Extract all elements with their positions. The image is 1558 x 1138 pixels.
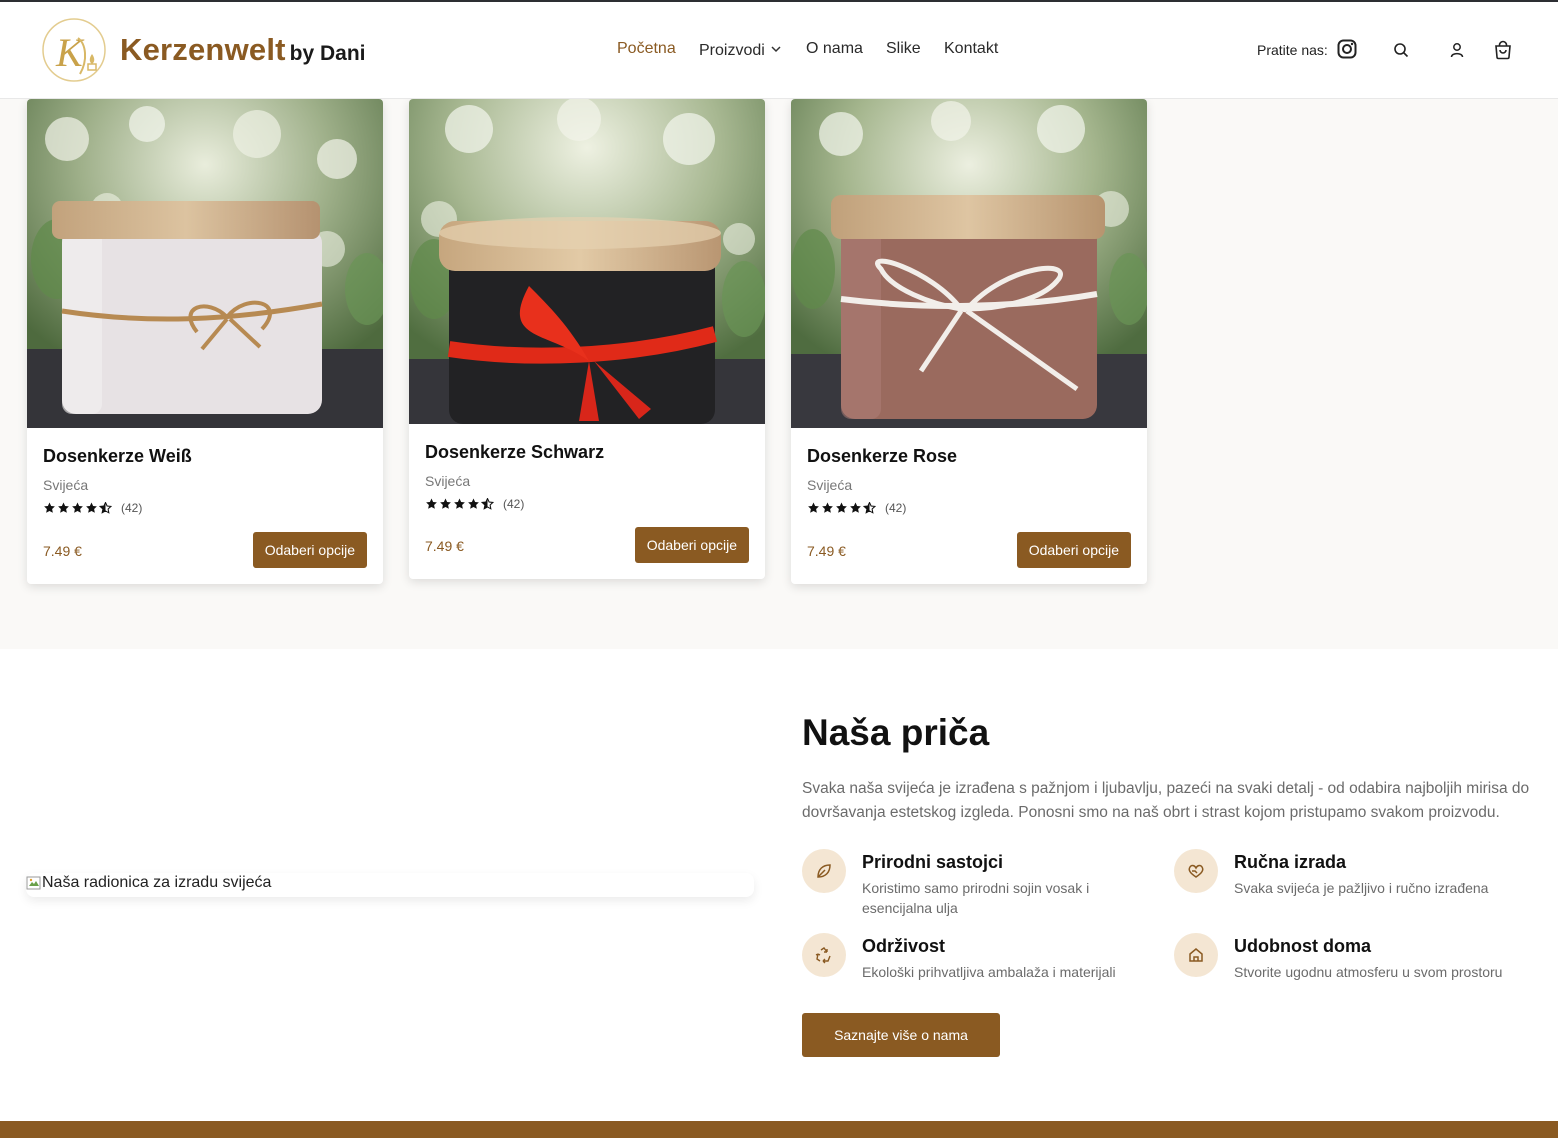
account-icon[interactable] xyxy=(1450,42,1464,63)
review-count: (42) xyxy=(503,497,525,511)
star-icon xyxy=(454,498,465,509)
star-icon xyxy=(44,502,55,513)
star-icon xyxy=(440,498,451,509)
nav-label: Početna xyxy=(617,40,676,57)
feature-description: Stvorite ugodnu atmosferu u svom prostor… xyxy=(1234,964,1503,980)
star-icon xyxy=(468,498,479,509)
logo-icon[interactable]: K xyxy=(38,16,110,84)
feature-sustainability: Održivost Ekološki prihvatljiva ambalaža… xyxy=(802,933,1142,993)
follow-label: Pratite nas: xyxy=(1257,42,1328,58)
product-image[interactable] xyxy=(409,99,765,424)
star-icon xyxy=(850,502,861,513)
broken-image-icon xyxy=(26,875,42,891)
product-price: 7.49 € xyxy=(43,543,82,559)
feature-natural-ingredients: Prirodni sastojci Koristimo samo prirodn… xyxy=(802,849,1142,916)
hand-heart-icon xyxy=(1174,849,1218,893)
products-section: Dosenkerze Weiß Svijeća (42) 7.49 € Odab… xyxy=(0,99,1558,649)
star-icon xyxy=(58,502,69,513)
product-title[interactable]: Dosenkerze Weiß xyxy=(43,446,367,467)
brand-suffix: by Dani xyxy=(289,42,366,65)
product-price: 7.49 € xyxy=(425,538,464,554)
workshop-image: Naša radionica za izradu svijeća xyxy=(26,873,754,897)
star-icon xyxy=(822,502,833,513)
select-options-button[interactable]: Odaberi opcije xyxy=(252,532,367,568)
product-title[interactable]: Dosenkerze Schwarz xyxy=(425,442,749,463)
star-icon xyxy=(86,502,97,513)
half-star-icon xyxy=(863,502,876,514)
cart-icon[interactable] xyxy=(1493,40,1513,65)
story-title: Naša priča xyxy=(802,712,990,753)
nav-label: Slike xyxy=(886,40,921,57)
feature-description: Svaka svijeća je pažljivo i ručno izrađe… xyxy=(1234,880,1489,896)
nav-item-pocetna[interactable]: Početna xyxy=(617,40,676,58)
product-card-rose[interactable]: Dosenkerze Rose Svijeća (42) 7.49 € Odab… xyxy=(791,99,1147,584)
nav-label: Kontakt xyxy=(944,40,999,57)
product-image[interactable] xyxy=(27,99,383,428)
rating: (42) xyxy=(425,497,749,511)
image-alt-text: Naša radionica za izradu svijeća xyxy=(42,874,272,891)
nav-item-slike[interactable]: Slike xyxy=(886,40,921,58)
rating: (42) xyxy=(43,501,367,515)
learn-more-button[interactable]: Saznajte više o nama xyxy=(802,1013,1000,1057)
product-card-schwarz[interactable]: Dosenkerze Schwarz Svijeća (42) 7.49 € O… xyxy=(409,99,765,579)
nav-item-o-nama[interactable]: O nama xyxy=(806,40,863,58)
brand-name[interactable]: Kerzenwelt by Dani xyxy=(120,32,366,68)
rating: (42) xyxy=(807,501,1131,515)
star-icon xyxy=(808,502,819,513)
review-count: (42) xyxy=(885,501,907,515)
star-icon xyxy=(426,498,437,509)
feature-title: Prirodni sastojci xyxy=(862,852,1004,872)
select-options-button[interactable]: Odaberi opcije xyxy=(1016,532,1131,568)
review-count: (42) xyxy=(121,501,143,515)
nav-label: Proizvodi xyxy=(699,42,765,59)
product-category[interactable]: Svijeća xyxy=(43,477,367,493)
feature-handmade: Ručna izrada Svaka svijeća je pažljivo i… xyxy=(1174,849,1514,909)
product-category[interactable]: Svijeća xyxy=(807,477,1131,493)
recycle-icon xyxy=(802,933,846,977)
product-category[interactable]: Svijeća xyxy=(425,473,749,489)
star-icon xyxy=(836,502,847,513)
chevron-down-icon xyxy=(771,40,781,58)
home-icon xyxy=(1174,933,1218,977)
product-card-body: Dosenkerze Weiß Svijeća (42) 7.49 € Odab… xyxy=(27,428,383,584)
broken-image-alt: Naša radionica za izradu svijeća xyxy=(26,874,271,892)
product-card-body: Dosenkerze Schwarz Svijeća (42) 7.49 € O… xyxy=(409,424,765,579)
half-star-icon xyxy=(99,502,112,514)
star-icon xyxy=(72,502,83,513)
nav-label: O nama xyxy=(806,40,863,57)
site-header: K Kerzenwelt by Dani Početna Proizvodi O … xyxy=(0,2,1558,99)
product-price: 7.49 € xyxy=(807,543,846,559)
half-star-icon xyxy=(481,498,494,510)
svg-text:K: K xyxy=(55,30,85,75)
brand-title: Kerzenwelt xyxy=(120,32,286,67)
product-title[interactable]: Dosenkerze Rose xyxy=(807,446,1131,467)
feature-home-comfort: Udobnost doma Stvorite ugodnu atmosferu … xyxy=(1174,933,1514,993)
select-options-button[interactable]: Odaberi opcije xyxy=(634,527,749,563)
story-text: Svaka naša svijeća je izrađena s pažnjom… xyxy=(802,780,1530,821)
footer-bar xyxy=(0,1121,1558,1138)
feature-description: Ekološki prihvatljiva ambalaža i materij… xyxy=(862,964,1116,980)
instagram-icon[interactable] xyxy=(1337,39,1357,64)
product-card-weiss[interactable]: Dosenkerze Weiß Svijeća (42) 7.49 € Odab… xyxy=(27,99,383,584)
product-image[interactable] xyxy=(791,99,1147,428)
nav-item-kontakt[interactable]: Kontakt xyxy=(944,40,998,58)
leaf-icon xyxy=(802,849,846,893)
product-card-body: Dosenkerze Rose Svijeća (42) 7.49 € Odab… xyxy=(791,428,1147,584)
search-icon[interactable] xyxy=(1393,42,1409,63)
feature-title: Ručna izrada xyxy=(1234,852,1347,872)
feature-title: Udobnost doma xyxy=(1234,936,1371,956)
feature-title: Održivost xyxy=(862,936,946,956)
nav-item-proizvodi[interactable]: Proizvodi xyxy=(699,40,781,60)
feature-description: Koristimo samo prirodni sojin vosak i es… xyxy=(862,880,1090,916)
